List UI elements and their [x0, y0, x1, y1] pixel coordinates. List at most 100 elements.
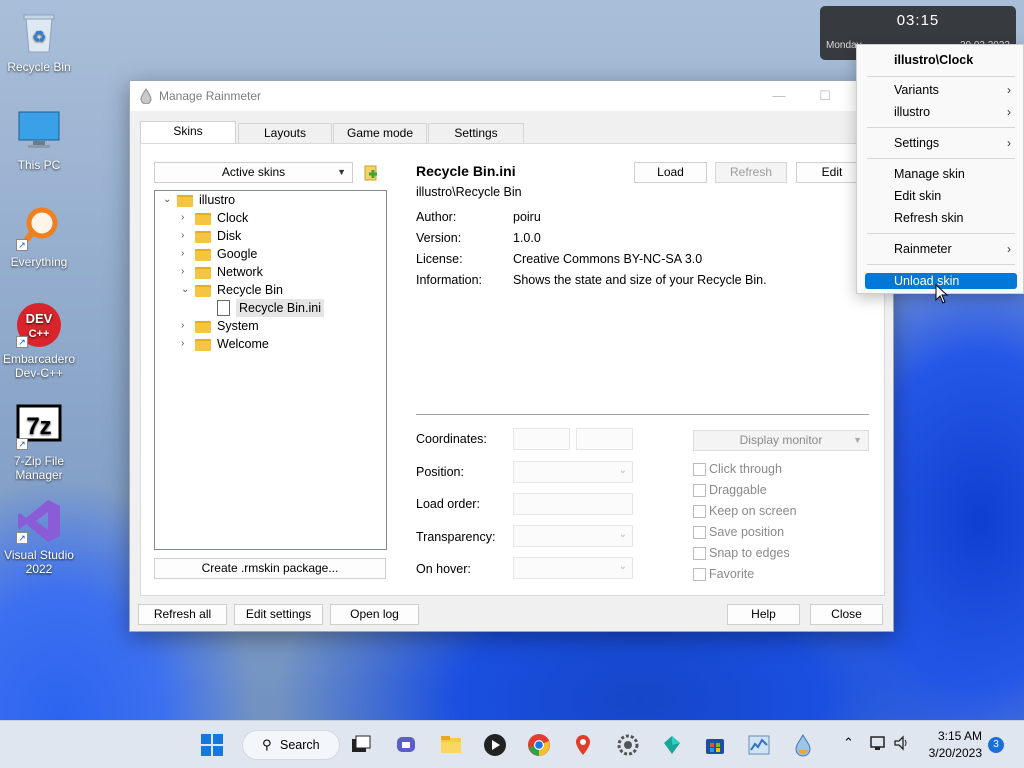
tree-node-label: Network	[217, 265, 263, 279]
desktop-icon-this-pc[interactable]: This PC	[1, 108, 77, 172]
desktop-icon-label: 7-Zip File Manager	[13, 454, 64, 482]
checkbox-box	[693, 505, 706, 518]
expand-arrow-icon[interactable]: ›	[181, 227, 191, 245]
taskbar: ⚲ Search ⌃ 3:15 AM 3/20/2023 3	[0, 720, 1024, 768]
menu-item-illustro[interactable]: illustro ›	[865, 104, 1017, 120]
submenu-arrow-icon: ›	[1007, 136, 1011, 150]
checkbox-label: Snap to edges	[709, 546, 790, 560]
tree-node-label: Recycle Bin.ini	[236, 299, 324, 317]
window-title: Manage Rainmeter	[159, 89, 262, 103]
menu-separator	[867, 127, 1015, 128]
maximize-button[interactable]: ☐	[802, 81, 848, 111]
checkbox-box	[693, 547, 706, 560]
expand-arrow-icon[interactable]: ›	[181, 317, 191, 335]
magnifier-icon: ↗	[16, 205, 62, 251]
menu-item-settings[interactable]: Settings ›	[865, 135, 1017, 151]
position-dropdown[interactable]: ⌄	[513, 461, 633, 483]
information-label: Information:	[416, 273, 483, 287]
load-order-label: Load order:	[416, 497, 480, 511]
coordinate-x-field[interactable]	[513, 428, 570, 450]
desktop-icon-visual-studio[interactable]: ↗ Visual Studio 2022	[1, 498, 77, 576]
submenu-arrow-icon: ›	[1007, 83, 1011, 97]
transparency-dropdown[interactable]: ⌄	[513, 525, 633, 547]
resource-monitor-icon[interactable]	[747, 733, 771, 757]
create-rmskin-button[interactable]: Create .rmskin package...	[154, 558, 386, 579]
rainmeter-taskbar-icon[interactable]	[791, 733, 815, 757]
folder-icon	[195, 339, 211, 351]
desktop-icon-7zip[interactable]: 7z ↗ 7-Zip File Manager	[1, 404, 77, 482]
folder-icon	[195, 231, 211, 243]
teams-chat-icon[interactable]	[394, 733, 418, 757]
maps-pin-icon[interactable]	[571, 733, 595, 757]
show-hidden-icons-chevron-icon[interactable]: ⌃	[843, 735, 854, 751]
taskbar-search-box[interactable]: ⚲ Search	[242, 730, 340, 760]
start-button-icon[interactable]	[200, 733, 224, 757]
shortcut-arrow-icon: ↗	[16, 438, 28, 450]
folder-icon	[195, 267, 211, 279]
menu-separator	[867, 158, 1015, 159]
desktop-icon-everything[interactable]: ↗ Everything	[1, 205, 77, 269]
desktop-icon-label: Recycle Bin	[7, 60, 71, 74]
shortcut-arrow-icon: ↗	[16, 336, 28, 348]
add-skin-icon[interactable]	[363, 164, 379, 182]
volume-icon[interactable]	[893, 734, 911, 755]
settings-gear-icon[interactable]	[616, 733, 640, 757]
load-button[interactable]: Load	[634, 162, 707, 183]
author-value: poiru	[513, 210, 541, 224]
media-player-icon[interactable]	[483, 733, 507, 757]
app-teal-icon[interactable]	[660, 733, 684, 757]
display-monitor-dropdown[interactable]: Display monitor ▼	[693, 430, 869, 451]
menu-item-variants[interactable]: Variants ›	[865, 82, 1017, 98]
load-order-field[interactable]	[513, 493, 633, 515]
expand-arrow-icon[interactable]: ›	[181, 263, 191, 281]
menu-item-manage-skin[interactable]: Manage skin	[865, 166, 1017, 182]
author-label: Author:	[416, 210, 457, 224]
desktop-icon-recycle-bin[interactable]: ♻ Recycle Bin	[1, 10, 77, 74]
tab-game-mode[interactable]: Game mode	[333, 123, 427, 143]
refresh-button[interactable]: Refresh	[715, 162, 787, 183]
expand-arrow-icon[interactable]: ›	[181, 209, 191, 227]
minimize-button[interactable]: —	[756, 81, 802, 111]
skins-tree[interactable]: ⌄ illustro › Clock › Disk › Google › Net…	[154, 190, 387, 550]
microsoft-store-icon[interactable]	[703, 733, 727, 757]
tab-layouts[interactable]: Layouts	[238, 123, 332, 143]
desktop-icon-label: Everything	[10, 255, 68, 269]
svg-text:DEV: DEV	[26, 311, 53, 326]
taskbar-date[interactable]: 3/20/2023	[920, 746, 982, 760]
tree-node-label: Clock	[217, 211, 249, 225]
collapse-arrow-icon[interactable]: ⌄	[181, 281, 191, 299]
collapse-arrow-icon[interactable]: ⌄	[163, 191, 173, 209]
expand-arrow-icon[interactable]: ›	[181, 335, 191, 353]
display-monitor-label: Display monitor	[739, 433, 823, 447]
notification-badge[interactable]: 3	[988, 737, 1004, 753]
edit-settings-button[interactable]: Edit settings	[234, 604, 323, 625]
on-hover-dropdown[interactable]: ⌄	[513, 557, 633, 579]
tab-skins[interactable]: Skins	[140, 121, 236, 144]
taskbar-time[interactable]: 3:15 AM	[926, 729, 982, 743]
chrome-icon[interactable]	[527, 733, 551, 757]
skin-context-menu: illustro\Clock Variants › illustro › Setti…	[856, 44, 1024, 294]
menu-item-edit-skin[interactable]: Edit skin	[865, 188, 1017, 204]
ini-file-icon	[217, 300, 230, 316]
active-skins-label: Active skins	[221, 165, 286, 179]
menu-item-rainmeter[interactable]: Rainmeter ›	[865, 241, 1017, 257]
menu-separator	[867, 264, 1015, 265]
skin-file-name: Recycle Bin.ini	[416, 163, 516, 179]
title-bar[interactable]: Manage Rainmeter — ☐	[130, 81, 893, 111]
svg-text:C++: C++	[29, 328, 50, 340]
task-view-icon[interactable]	[349, 733, 373, 757]
network-icon[interactable]	[869, 734, 887, 755]
coordinate-y-field[interactable]	[576, 428, 633, 450]
file-explorer-icon[interactable]	[439, 733, 463, 757]
close-button[interactable]: Close	[810, 604, 883, 625]
help-button[interactable]: Help	[727, 604, 800, 625]
active-skins-dropdown[interactable]: Active skins ▼	[154, 162, 353, 183]
refresh-all-button[interactable]: Refresh all	[138, 604, 227, 625]
visual-studio-icon: ↗	[16, 498, 62, 544]
open-log-button[interactable]: Open log	[330, 604, 419, 625]
menu-item-refresh-skin[interactable]: Refresh skin	[865, 210, 1017, 226]
tab-settings[interactable]: Settings	[428, 123, 524, 143]
expand-arrow-icon[interactable]: ›	[181, 245, 191, 263]
desktop-icon-dev-cpp[interactable]: DEV C++ ↗ Embarcadero Dev-C++	[1, 302, 77, 380]
checkbox-box	[693, 526, 706, 539]
